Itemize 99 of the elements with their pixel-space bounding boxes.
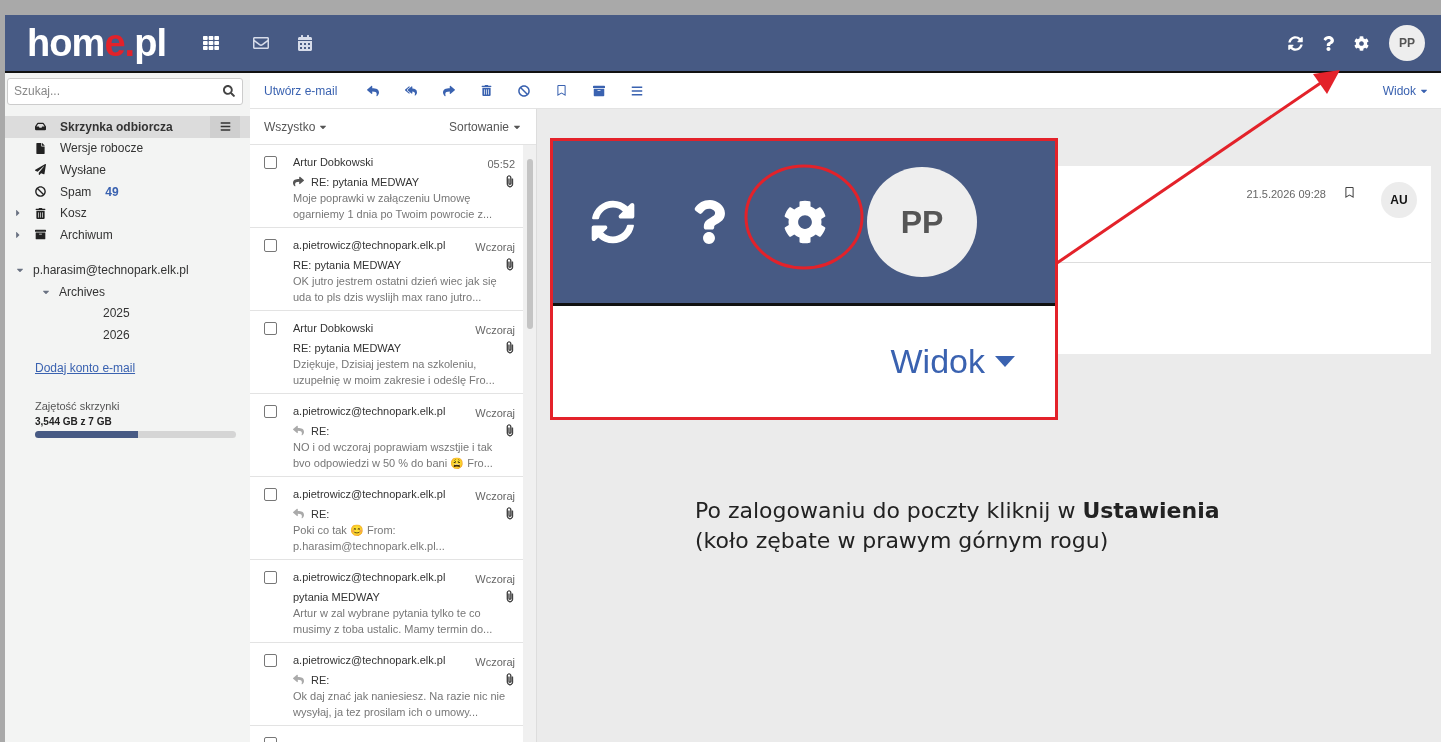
view-dropdown[interactable]: Widok: [1382, 81, 1429, 100]
storage-reading: 3,544 GB z 7 GB: [35, 415, 113, 430]
folder-label: Archiwum: [60, 226, 113, 244]
compose-button[interactable]: Utwórz e-mail: [264, 81, 338, 100]
instruction-text: (koło zębate w prawym górnym rogu): [695, 527, 1110, 555]
preview-text: Poki co tak 😊 From: p.harasim@technopark.elk.pl...: [293, 523, 446, 554]
sender: a.pietrowicz@technopark.elk.pl: [293, 570, 446, 585]
logo[interactable]: home.pl: [27, 24, 167, 62]
folder-item[interactable]: p.harasim@technopark.elk.pl: [33, 261, 189, 280]
folder-item[interactable]: Archives: [59, 282, 105, 301]
scrollbar[interactable]: [523, 145, 536, 742]
folder-item[interactable]: 2026: [103, 325, 130, 344]
ban-icon[interactable]: [518, 84, 531, 97]
folder-label: Skrzynka odbiorcza: [60, 118, 173, 136]
folder-label: Spam: [60, 183, 92, 201]
preview-text: Ok daj znać jak naniesiesz. Na razie nic nie wysyłaj, ja tez prosilam ich o umowy...: [293, 689, 507, 720]
checkbox[interactable]: [264, 239, 277, 252]
folder-item[interactable]: 2025: [103, 304, 130, 323]
subject: RE:: [311, 672, 330, 688]
checkbox[interactable]: [264, 405, 277, 418]
bookmark-icon[interactable]: [1344, 187, 1355, 198]
reply-icon[interactable]: [367, 84, 380, 97]
sender: Artur Dobkowski: [293, 321, 374, 336]
reply-icon: [293, 674, 304, 686]
sender: a.pietrowicz@technopark.elk.pl: [293, 404, 446, 419]
sender: a.pietrowicz@technopark.elk.pl: [293, 653, 446, 668]
reply-icon: [293, 508, 304, 520]
help-icon[interactable]: [1321, 35, 1336, 51]
preview-text: Artur w zal wybrane pytania tylko te co musimy z toba ustalic. Mamy termin do...: [293, 606, 494, 637]
trash-icon: [35, 207, 46, 219]
menu-icon[interactable]: [631, 84, 644, 97]
subject: pytania MEDWAY: [293, 589, 380, 605]
subject: RE: pytania MEDWAY: [311, 174, 420, 190]
folder-label: Wersje robocze: [60, 140, 144, 158]
time: Wczoraj: [475, 489, 515, 504]
sender: Artur Dobkowski: [293, 155, 374, 170]
calendar-icon[interactable]: [297, 35, 314, 51]
time: Wczoraj: [475, 572, 515, 587]
grid-icon[interactable]: [203, 35, 220, 51]
caret-down-icon: [995, 356, 1015, 367]
folder-item[interactable]: Archiwum: [5, 223, 250, 246]
refresh-icon[interactable]: [1288, 35, 1303, 51]
sender: a.pietrowicz@technopark.elk.pl: [293, 487, 446, 502]
archive-box-icon: [35, 229, 46, 241]
trash-icon[interactable]: [481, 85, 493, 96]
time: Wczoraj: [475, 406, 515, 421]
folder-item[interactable]: Skrzynka odbiorcza: [5, 116, 250, 138]
avatar[interactable]: PP: [1389, 25, 1425, 61]
avatar: AU: [1381, 182, 1417, 218]
time: 05:52: [487, 157, 515, 172]
preview-text: OK jutro jestrem ostatni dzień wiec jak się uda to pls dzis wyslijh max rano jutro...: [293, 274, 498, 305]
bookmark-icon[interactable]: [556, 85, 568, 96]
time: Wczoraj: [475, 655, 515, 670]
preview-text: Dziękuje, Dzisiaj jestem na szkoleniu, uzupełnię w moim zakresie i odeślę Fro...: [293, 357, 496, 388]
reply-all-icon[interactable]: [405, 84, 418, 97]
folder-item[interactable]: Wersje robocze: [5, 137, 250, 160]
preview-text: Moje poprawki w załączeniu Umowę ogarniemy 1 dnia po Twoim powrocie z...: [293, 191, 494, 222]
message-date: 21.5.2026 09:28: [1246, 187, 1326, 202]
add-account-link[interactable]: Dodaj konto e-mail: [35, 358, 136, 377]
folder-item[interactable]: Wysłane: [5, 159, 250, 181]
subject: RE:: [311, 423, 330, 439]
search-field[interactable]: Szukaj...: [7, 77, 243, 105]
sender: a.pietrowicz@technopark.elk.pl: [293, 238, 446, 253]
refresh-icon[interactable]: [591, 200, 635, 244]
folder-label: Kosz: [60, 205, 87, 223]
unread-count: 49: [105, 183, 119, 201]
document-icon: [35, 142, 46, 154]
search-icon[interactable]: [223, 84, 235, 97]
ban-icon: [35, 186, 46, 198]
archive-box-icon[interactable]: [593, 84, 606, 97]
folder-label: Wysłane: [60, 162, 106, 179]
checkbox[interactable]: [264, 156, 277, 169]
sort-dropdown[interactable]: Sortowanie: [448, 117, 522, 136]
preview-text: NO i od wczoraj poprawiam wszstjie i tak bvo odpowiedzi w 50 % do bani 😩 Fro...: [293, 440, 494, 471]
checkbox[interactable]: [264, 654, 277, 667]
subject: RE:: [311, 506, 330, 522]
envelope-icon[interactable]: [253, 35, 270, 51]
forward-icon: [293, 176, 304, 188]
settings-icon[interactable]: [783, 200, 827, 244]
folder-item[interactable]: Spam 49: [5, 180, 250, 203]
paper-plane-icon: [35, 164, 46, 176]
checkbox[interactable]: [264, 322, 277, 335]
inbox-icon: [35, 121, 46, 133]
subject: RE: pytania MEDWAY: [293, 340, 402, 356]
checkbox[interactable]: [264, 571, 277, 584]
forward-icon[interactable]: [443, 84, 456, 97]
filter-dropdown[interactable]: Wszystko: [264, 117, 329, 136]
storage-label: Zajętość skrzynki: [35, 398, 121, 414]
time: Wczoraj: [475, 240, 515, 255]
settings-icon[interactable]: [1354, 35, 1369, 51]
view-label: Widok: [890, 341, 985, 382]
instruction-text: Po zalogowaniu do poczty kliknij w Ustawienia: [695, 497, 1220, 525]
reply-icon: [293, 425, 304, 437]
subject: RE: pytania MEDWAY: [293, 257, 402, 273]
folder-item[interactable]: Kosz: [5, 202, 250, 224]
avatar: PP: [867, 167, 977, 277]
checkbox[interactable]: [264, 488, 277, 501]
time: Wczoraj: [475, 323, 515, 338]
menu-icon[interactable]: [219, 121, 231, 133]
